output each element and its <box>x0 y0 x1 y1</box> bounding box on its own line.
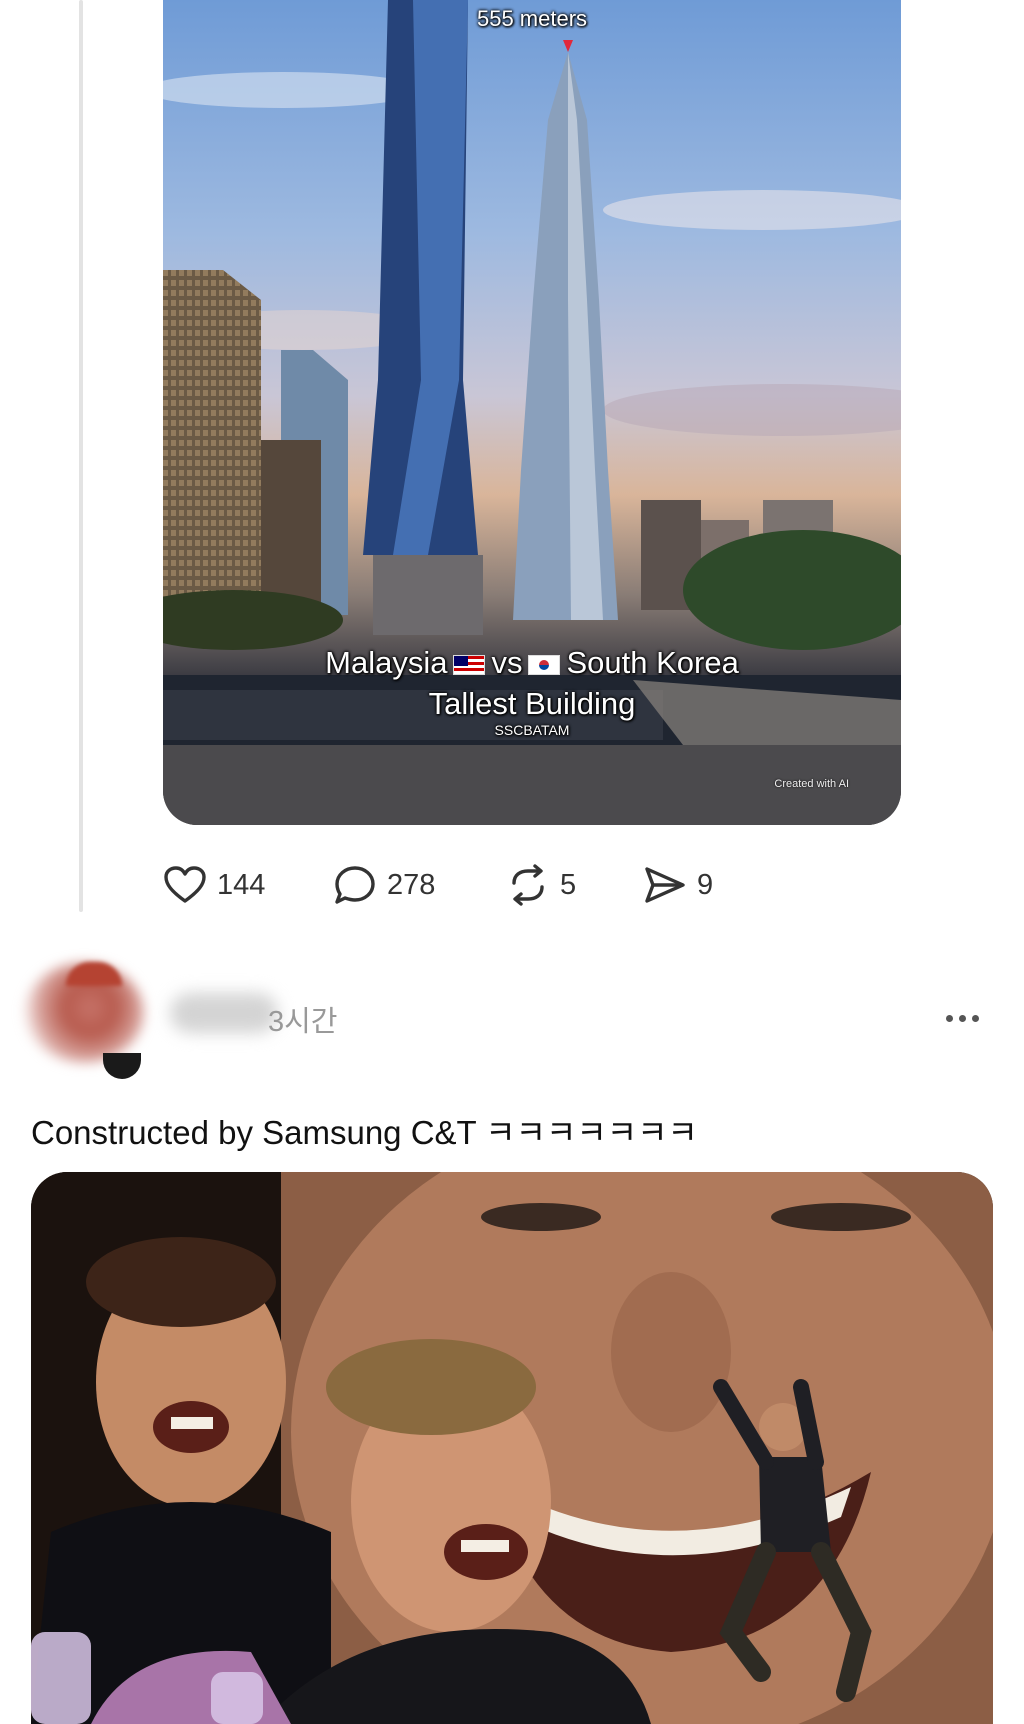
repost-arrows-icon <box>512 864 544 906</box>
more-dots-icon <box>945 1014 953 1022</box>
share-button[interactable]: 9 <box>643 860 713 910</box>
height-label: 555 meters <box>476 6 588 31</box>
heart-icon <box>164 866 206 903</box>
post-time: 3시간 <box>268 1006 338 1038</box>
south-korea-flag-icon <box>528 654 561 675</box>
reply-count: 278 <box>387 868 436 901</box>
post-image[interactable]: 555 meters Malaysia vs South Korea Tallest… <box>163 0 901 825</box>
like-button[interactable]: 144 <box>163 860 265 910</box>
repost-button[interactable]: 5 <box>506 860 576 910</box>
image-title-line1: Malaysia vs South Korea <box>163 645 901 681</box>
more-dot <box>958 1014 966 1022</box>
reply-text: Constructed by Samsung C&T ㅋㅋㅋㅋㅋㅋㅋ <box>31 1114 698 1151</box>
image-credit: Created with AI <box>774 778 849 790</box>
paper-plane-icon <box>645 867 685 903</box>
title-vs: vs <box>491 645 523 680</box>
image-watermark-handle: SSCBATAM <box>494 722 570 738</box>
thread-line <box>79 0 83 912</box>
malaysia-flag-icon <box>453 654 486 675</box>
share-count: 9 <box>697 868 714 901</box>
reply-image[interactable] <box>31 1172 993 1724</box>
more-options-button[interactable] <box>938 1000 986 1036</box>
image-title-line2: Tallest Building <box>428 686 636 721</box>
comment-bubble-icon <box>335 866 375 904</box>
reply-button[interactable]: 278 <box>333 860 435 910</box>
repost-count: 5 <box>560 868 577 901</box>
more-dot <box>971 1014 979 1022</box>
like-count: 144 <box>217 868 266 901</box>
blurred-username[interactable] <box>170 993 278 1033</box>
title-left: Malaysia <box>325 645 448 680</box>
laughing-meme-illustration <box>31 1172 993 1724</box>
follow-badge-icon[interactable] <box>103 1053 141 1079</box>
title-right: South Korea <box>566 645 739 680</box>
